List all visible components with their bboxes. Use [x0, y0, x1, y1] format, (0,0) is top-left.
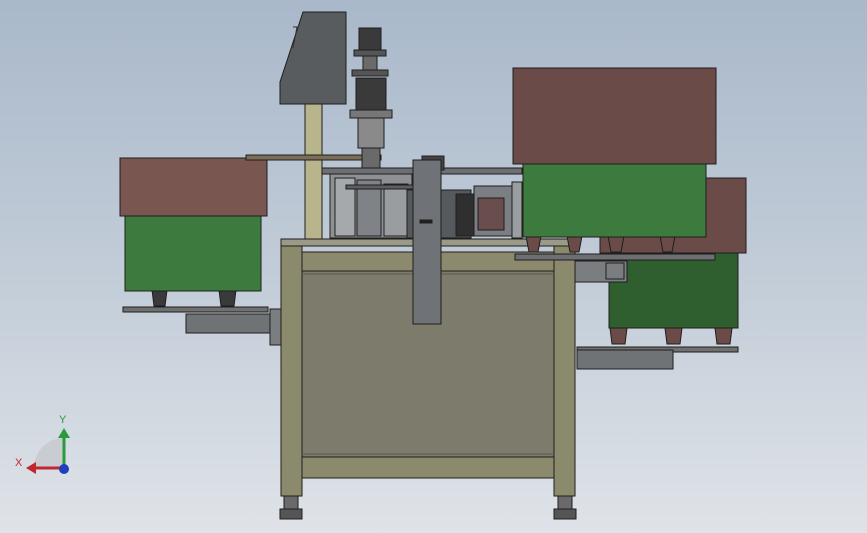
right-bin-foot [664, 327, 683, 345]
tower-mid-motor [355, 77, 387, 111]
right-feeder-rail [514, 253, 716, 261]
frame-lower-rail [299, 456, 557, 479]
left-green-bin [124, 214, 262, 292]
right-front-green-bin [522, 162, 707, 238]
right-front-bin-foot [659, 235, 676, 253]
tower-top-motor [358, 27, 382, 51]
chute-body [412, 159, 442, 325]
right-lower-bracket [576, 349, 674, 370]
frame-left-leg [280, 245, 303, 497]
frame-right-leg [553, 245, 576, 497]
left-bin-foot [151, 289, 168, 307]
y-axis-label: Y [59, 414, 67, 426]
leveling-foot-pad [553, 508, 577, 520]
right-front-brown-bin [512, 67, 717, 165]
center-chute [412, 159, 442, 325]
left-feeder-station [119, 157, 282, 346]
top-control-cabinet [279, 11, 347, 105]
x-axis-label: X [15, 457, 23, 469]
leveling-foot [283, 495, 299, 510]
left-brown-bin [119, 157, 268, 217]
left-feeder-base-plate [122, 306, 269, 313]
right-front-bin-foot [566, 235, 583, 253]
right-bin-foot [714, 327, 733, 345]
right-front-bin-foot [525, 235, 542, 253]
cad-viewport[interactable]: Y X [0, 0, 867, 533]
right-front-bin-foot [607, 235, 625, 253]
right-bin-back-green [608, 252, 739, 329]
coordinate-triad [26, 428, 70, 474]
left-bin-foot [218, 289, 237, 307]
leveling-foot [557, 495, 573, 510]
left-feeder-bracket-flange [269, 308, 282, 346]
feeder-rail [245, 154, 382, 161]
leveling-foot-pad [279, 508, 303, 520]
right-bin-foot [609, 327, 628, 345]
z-axis-dot [59, 464, 69, 474]
machine-assembly-drawing [26, 11, 747, 520]
left-feeder-bracket [185, 313, 277, 334]
mast-column [304, 103, 323, 240]
